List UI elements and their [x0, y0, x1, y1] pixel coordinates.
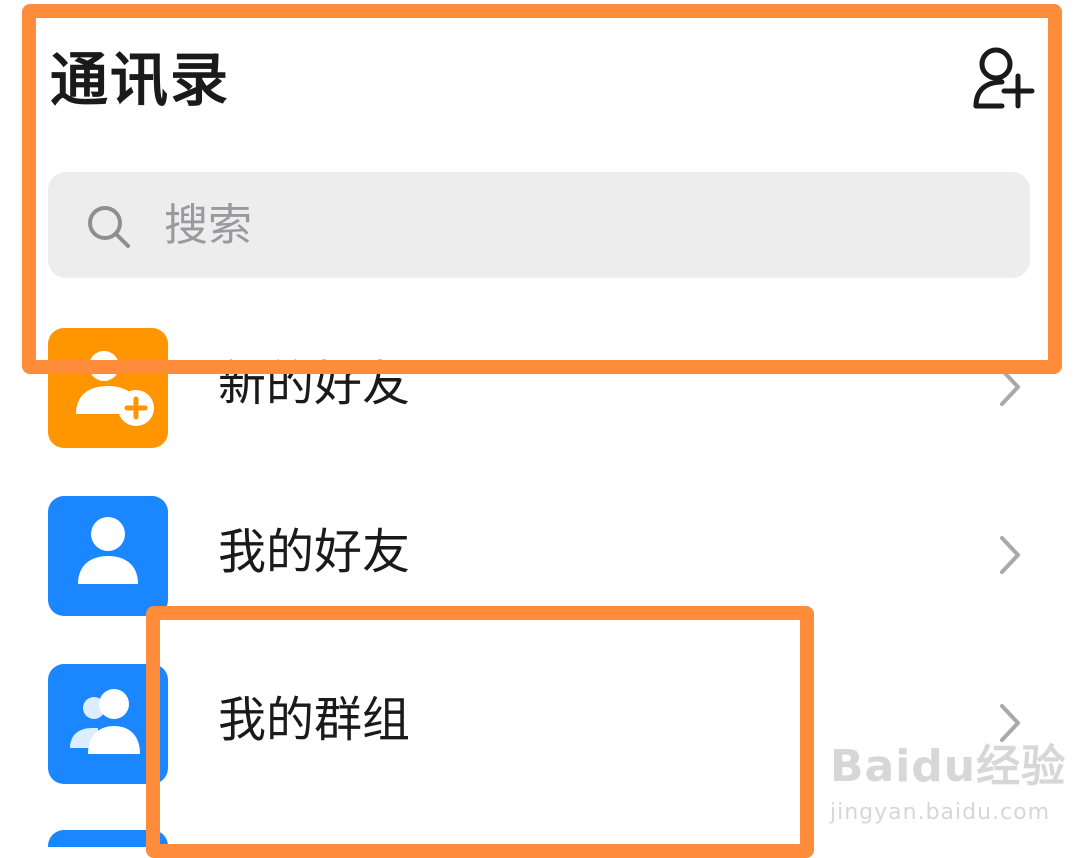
- add-contact-icon: [973, 47, 1035, 109]
- search-icon: [88, 206, 130, 248]
- chevron-right-icon: [1000, 368, 1020, 406]
- group-icon: [48, 664, 168, 784]
- list-item-label: 新的好友: [218, 356, 411, 412]
- watermark: Baidu经验 jingyan.baidu.com: [830, 730, 1066, 825]
- friend-icon: [48, 496, 168, 616]
- search-input[interactable]: 搜索: [48, 172, 1030, 278]
- list-item-label: 我的好友: [218, 524, 411, 580]
- watermark-main: Baidu经验: [830, 741, 1067, 792]
- list-item-icon-partial[interactable]: [48, 830, 168, 847]
- add-contact-button[interactable]: [968, 44, 1036, 110]
- new-friend-icon: [48, 328, 168, 448]
- list-item-my-friends[interactable]: 我的好友: [0, 488, 1080, 656]
- watermark-url: jingyan.baidu.com: [830, 800, 1051, 825]
- chevron-right-icon: [1000, 536, 1020, 574]
- list-item-new-friends[interactable]: 新的好友: [0, 320, 1080, 488]
- page-title: 通讯录: [50, 46, 231, 114]
- list-item-label: 我的群组: [218, 692, 411, 748]
- search-placeholder: 搜索: [164, 200, 252, 251]
